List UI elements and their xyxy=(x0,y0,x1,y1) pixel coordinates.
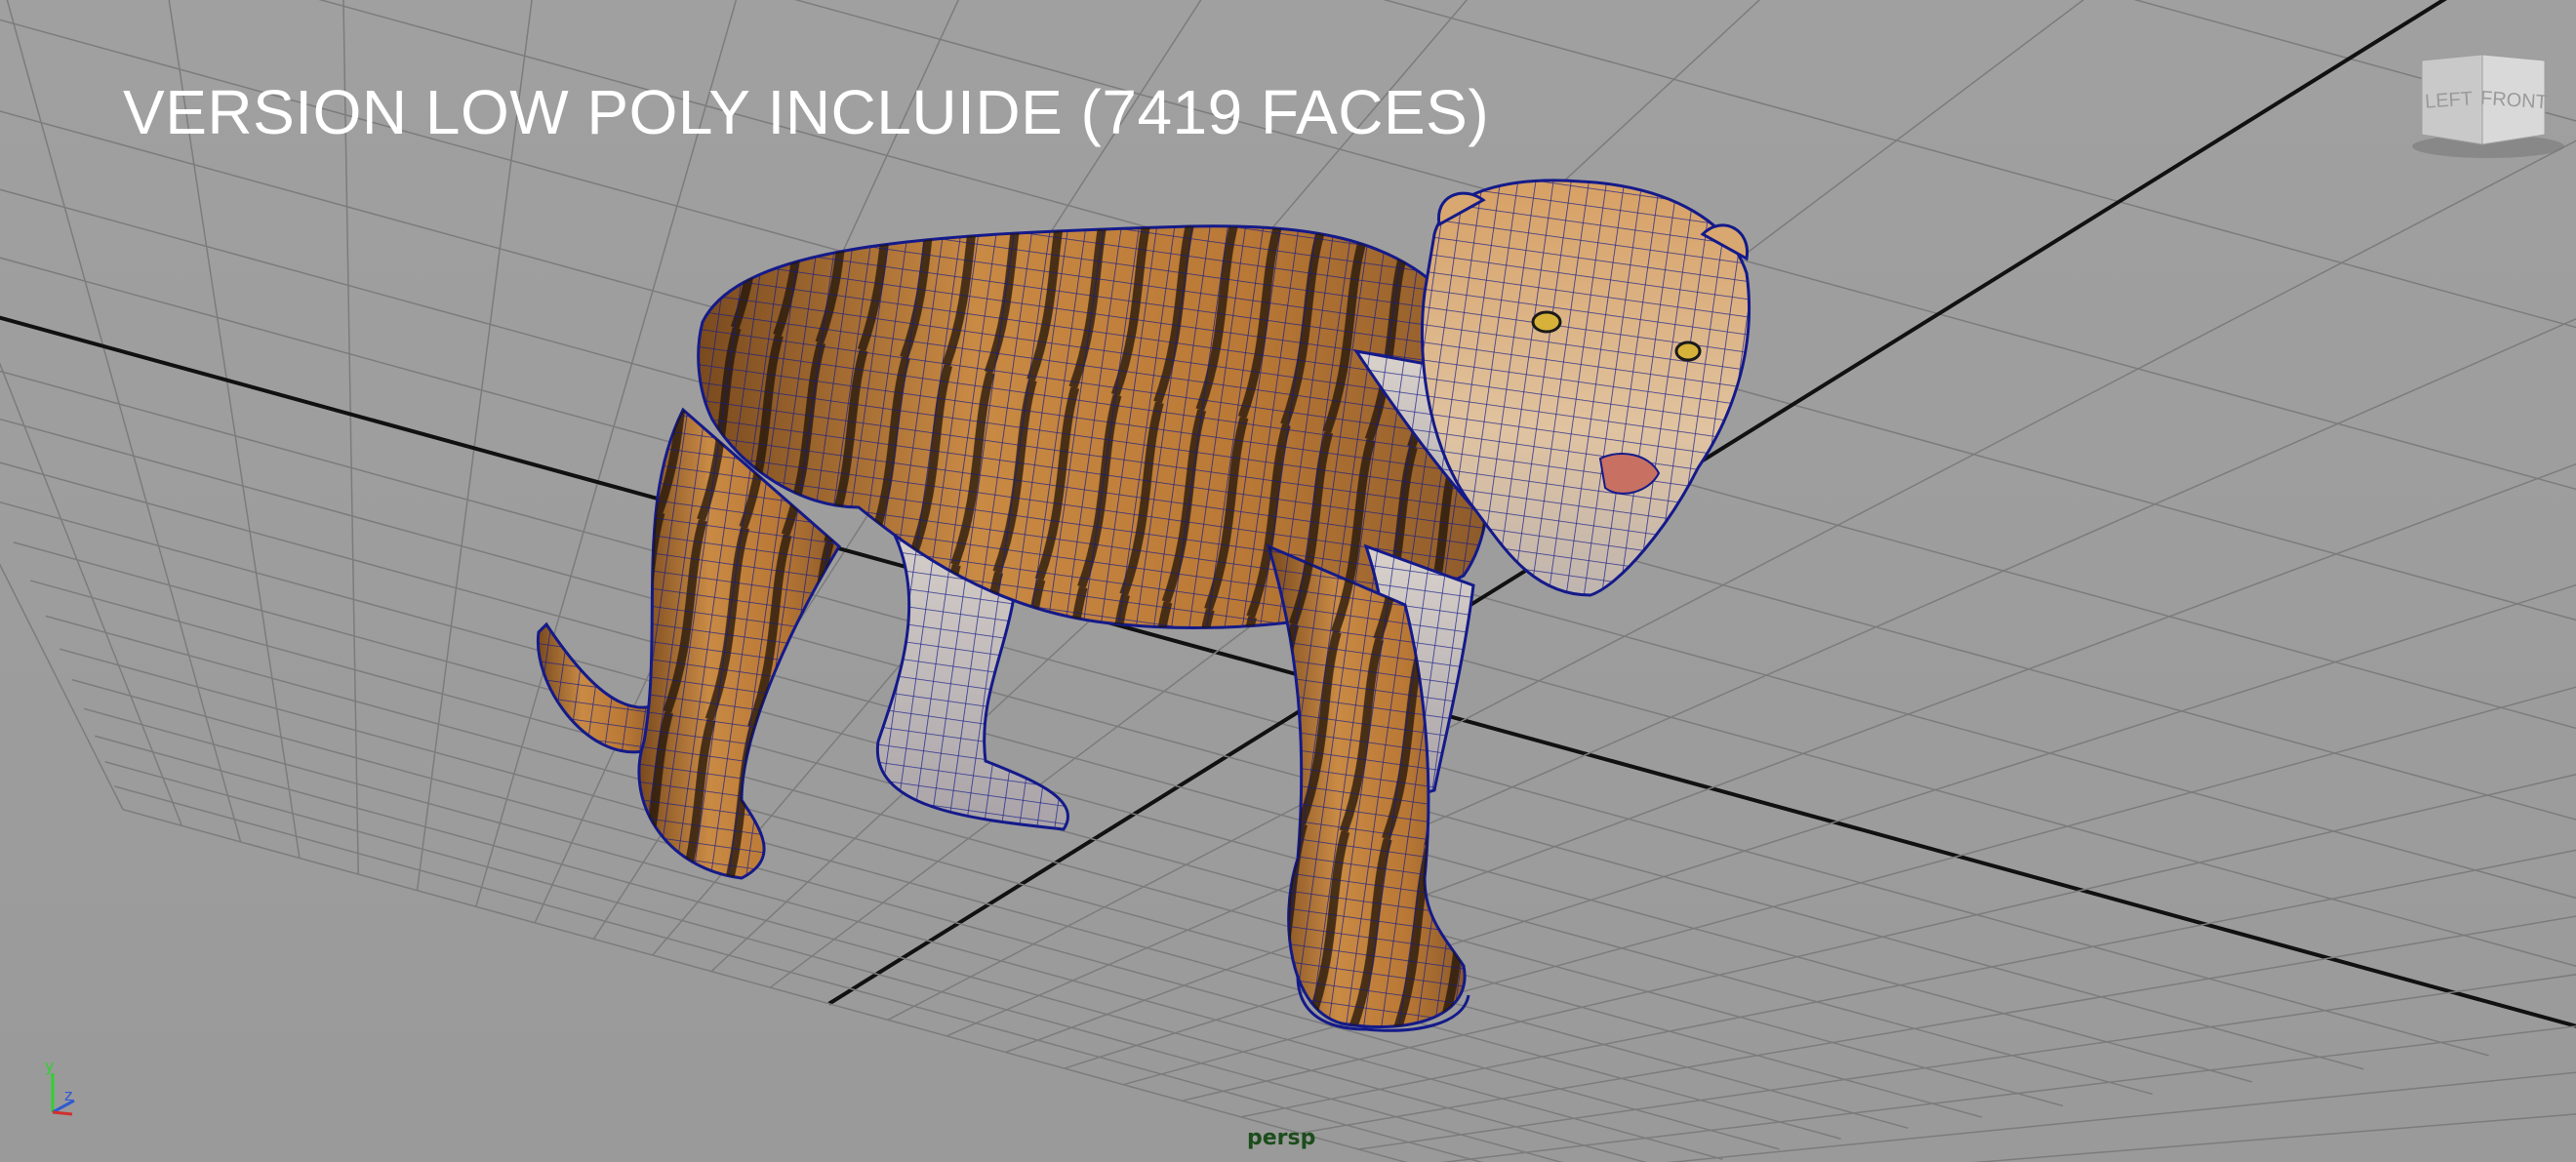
grid-line xyxy=(29,580,1983,1118)
view-cube[interactable]: LEFT FRONT xyxy=(2402,51,2576,168)
tiger-eye-right xyxy=(1674,341,1702,362)
scene xyxy=(0,0,2576,1162)
overlay-title: VERSION LOW POLY INCLUIDE (7419 FACES) xyxy=(123,77,1490,147)
camera-label: persp xyxy=(1247,1126,1316,1150)
axis-gizmo: y z xyxy=(45,1057,75,1116)
viewport-3d[interactable]: VERSION LOW POLY INCLUIDE (7419 FACES) L… xyxy=(0,0,2576,1162)
view-cube-left-label: LEFT xyxy=(2424,88,2473,112)
grid-line xyxy=(1667,1071,2576,1162)
axis-z-label: z xyxy=(64,1086,72,1104)
axis-y-label: y xyxy=(45,1057,54,1075)
grid-line xyxy=(1971,1113,2576,1162)
tiger-model[interactable] xyxy=(536,179,1751,1032)
tiger-eye-left xyxy=(1531,310,1562,334)
